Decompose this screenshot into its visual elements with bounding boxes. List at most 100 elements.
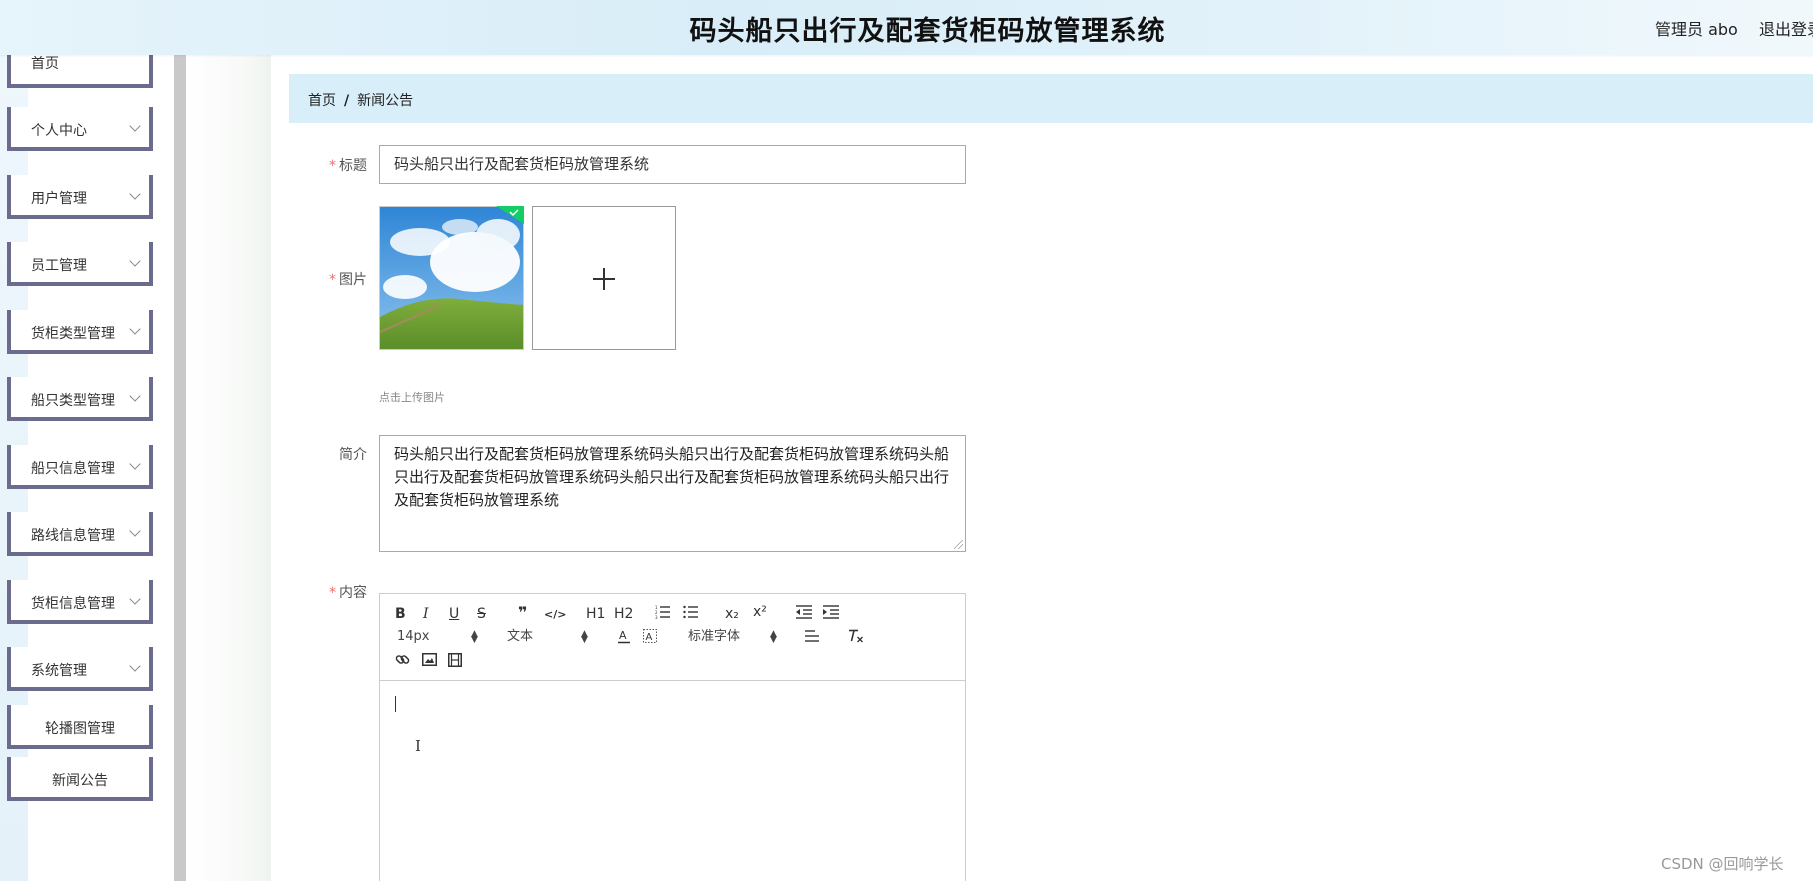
clear-format-icon <box>849 629 863 643</box>
chevron-down-icon <box>129 525 141 537</box>
svg-text:3: 3 <box>655 615 658 619</box>
ordered-list-button[interactable]: 1 2 3 <box>655 605 671 623</box>
upload-hint: 点击上传图片 <box>379 391 445 404</box>
svg-text:A: A <box>646 632 653 643</box>
intro-label: 简介 <box>339 447 367 463</box>
check-icon <box>496 206 524 224</box>
text-style-select[interactable]: 文本 ▲ ▼ <box>507 629 592 645</box>
intro-textarea[interactable]: 码头船只出行及配套货柜码放管理系统码头船只出行及配套货柜码放管理系统码头船只出行… <box>379 435 966 552</box>
sidebar-item-staff-management[interactable]: 员工管理 <box>7 242 153 286</box>
sidebar-item-label: 货柜信息管理 <box>31 596 115 612</box>
text-style-value: 文本 <box>507 629 534 644</box>
logout-button[interactable]: 退出登录 <box>1759 16 1813 40</box>
sidebar-item-system-management[interactable]: 系统管理 <box>7 647 153 691</box>
intro-text: 码头船只出行及配套货柜码放管理系统码头船只出行及配套货柜码放管理系统码头船只出行… <box>394 445 950 509</box>
editor-toolbar: B I U S ❞ </> H1 H2 1 2 3 x₂ x² 14px ▲ ▼… <box>380 594 965 681</box>
link-icon <box>395 655 410 664</box>
align-button[interactable] <box>805 630 820 647</box>
underline-button[interactable]: U <box>449 606 459 622</box>
app-title: 码头船只出行及配套货柜码放管理系统 <box>689 16 1166 47</box>
sidebar-item-ship-info-management[interactable]: 船只信息管理 <box>7 445 153 489</box>
title-label: * 标题 <box>329 155 367 175</box>
required-mark: * <box>329 585 336 601</box>
insert-video-button[interactable] <box>448 653 462 671</box>
indent-icon <box>823 605 839 619</box>
sidebar-divider <box>174 55 186 881</box>
image-label: * 图片 <box>329 269 367 289</box>
main-left-decoration <box>186 55 271 881</box>
breadcrumb: 首页 / 新闻公告 <box>289 74 1813 123</box>
bullet-list-icon <box>683 605 698 619</box>
font-color-button[interactable]: A <box>617 629 631 648</box>
sidebar-item-label: 员工管理 <box>31 258 87 274</box>
sidebar-item-label: 货柜类型管理 <box>31 326 115 342</box>
plus-icon-vertical <box>603 268 605 290</box>
image-label-text: 图片 <box>339 272 367 288</box>
font-size-value: 14px <box>397 629 430 644</box>
strike-button[interactable]: S <box>477 606 486 622</box>
chevron-down-icon <box>129 120 141 132</box>
sidebar-item-container-info-management[interactable]: 货柜信息管理 <box>7 580 153 624</box>
chevron-down-icon <box>129 255 141 267</box>
background-color-button[interactable]: A <box>643 629 657 648</box>
chevron-down-icon <box>129 458 141 470</box>
video-icon <box>448 653 462 667</box>
top-header: 码头船只出行及配套货柜码放管理系统 管理员 abo 退出登录 <box>0 0 1813 55</box>
sidebar-item-user-management[interactable]: 用户管理 <box>7 175 153 219</box>
resize-handle[interactable] <box>954 540 963 549</box>
h2-button[interactable]: H2 <box>614 606 633 622</box>
italic-button[interactable]: I <box>423 606 429 622</box>
chevron-down-icon <box>129 188 141 200</box>
code-button[interactable]: </> <box>544 607 566 623</box>
select-arrows-icon: ▲ ▼ <box>770 629 777 645</box>
sidebar-item-label: 新闻公告 <box>52 773 108 789</box>
superscript-button[interactable]: x² <box>753 604 767 620</box>
background-color-icon: A <box>643 629 657 643</box>
chevron-down-icon <box>129 593 141 605</box>
font-family-value: 标准字体 <box>688 629 741 644</box>
watermark: CSDN @回响学长 <box>1661 855 1784 873</box>
content-label-text: 内容 <box>339 585 367 601</box>
sidebar-item-label: 用户管理 <box>31 191 87 207</box>
sidebar-item-label: 系统管理 <box>31 663 87 679</box>
upload-success-badge <box>496 206 524 224</box>
link-button[interactable] <box>395 652 410 671</box>
chevron-down-icon <box>129 390 141 402</box>
h1-button[interactable]: H1 <box>586 606 605 622</box>
blockquote-button[interactable]: ❞ <box>518 605 527 621</box>
sidebar-item-label: 船只信息管理 <box>31 461 115 477</box>
subscript-button[interactable]: x₂ <box>725 606 739 622</box>
sidebar-item-ship-type-management[interactable]: 船只类型管理 <box>7 377 153 421</box>
uploaded-image-thumbnail[interactable] <box>379 206 524 350</box>
font-family-select[interactable]: 标准字体 ▲ ▼ <box>688 629 780 645</box>
required-mark: * <box>329 158 336 174</box>
breadcrumb-separator: / <box>344 93 350 109</box>
admin-label: 管理员 abo <box>1655 20 1738 39</box>
text-cursor-icon: I <box>415 737 421 755</box>
image-icon <box>422 653 437 666</box>
sidebar-subitem-carousel-management[interactable]: 轮播图管理 <box>7 705 153 749</box>
title-input[interactable]: 码头船只出行及配套货柜码放管理系统 <box>379 145 966 184</box>
font-size-select[interactable]: 14px ▲ ▼ <box>397 629 482 645</box>
indent-button[interactable] <box>823 605 839 623</box>
clear-format-button[interactable] <box>848 629 864 648</box>
sidebar-item-label: 路线信息管理 <box>31 528 115 544</box>
outdent-button[interactable] <box>796 605 812 623</box>
editor-content-area[interactable]: I <box>380 682 965 881</box>
text-caret <box>395 696 396 712</box>
breadcrumb-home[interactable]: 首页 <box>308 93 336 109</box>
sidebar-item-route-info-management[interactable]: 路线信息管理 <box>7 512 153 556</box>
insert-image-button[interactable] <box>422 653 437 670</box>
select-arrows-icon: ▲ ▼ <box>471 629 478 645</box>
chevron-down-icon <box>129 660 141 672</box>
sidebar-item-personal-center[interactable]: 个人中心 <box>7 107 153 151</box>
bullet-list-button[interactable] <box>683 605 699 623</box>
bold-button[interactable]: B <box>395 606 406 622</box>
image-upload-button[interactable] <box>532 206 676 350</box>
landscape-image <box>380 207 523 349</box>
sidebar-subitem-news[interactable]: 新闻公告 <box>7 757 153 801</box>
title-label-text: 标题 <box>339 158 367 174</box>
sidebar-item-container-type-management[interactable]: 货柜类型管理 <box>7 310 153 354</box>
content-label: * 内容 <box>329 582 367 602</box>
svg-text:A: A <box>619 629 627 642</box>
